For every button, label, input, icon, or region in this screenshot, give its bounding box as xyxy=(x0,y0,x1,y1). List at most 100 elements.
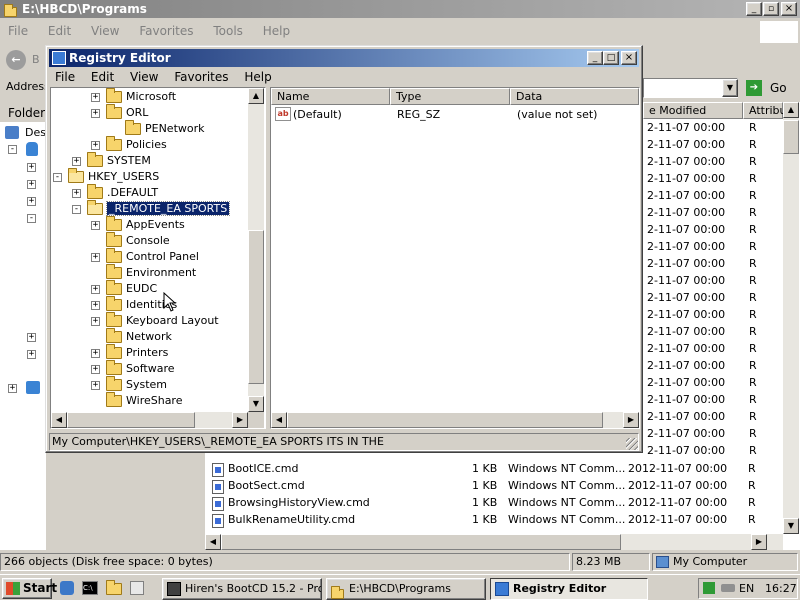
values-scroll-left-button[interactable]: ◀ xyxy=(271,412,287,428)
expand-icon[interactable]: + xyxy=(72,188,81,198)
list-item[interactable]: 2-11-07 00:00 R xyxy=(643,408,783,425)
list-item[interactable]: 2-11-07 00:00 R xyxy=(643,374,783,391)
column-header-type[interactable]: Type xyxy=(390,88,510,105)
start-button[interactable]: Start xyxy=(2,578,57,599)
expand-icon[interactable]: + xyxy=(91,220,100,230)
explorer-restore-button[interactable]: ▫ xyxy=(763,2,779,16)
collapse-icon[interactable]: - xyxy=(53,172,62,182)
registry-key-node[interactable]: WireShare xyxy=(91,392,182,409)
registry-key-node[interactable]: + Microsoft xyxy=(91,88,176,105)
registry-key-node[interactable]: Network xyxy=(91,328,172,345)
tray-app-icon[interactable] xyxy=(703,582,715,594)
expand-icon[interactable]: + xyxy=(91,252,100,262)
registry-key-node[interactable]: + Printers xyxy=(91,344,168,361)
explorer-scroll-up-button[interactable]: ▲ xyxy=(783,102,799,118)
regedit-menu-file[interactable]: File xyxy=(55,70,75,84)
explorer-menu-favorites[interactable]: Favorites xyxy=(139,24,193,38)
explorer-title-bar[interactable]: E:\HBCD\Programs xyxy=(0,0,800,18)
explorer-scroll-thumb[interactable] xyxy=(783,120,799,154)
quicklaunch-desktop-icon[interactable] xyxy=(130,581,144,595)
regedit-close-button[interactable]: × xyxy=(621,51,637,65)
explorer-menu-tools[interactable]: Tools xyxy=(213,24,243,38)
expand-icon[interactable]: + xyxy=(91,284,100,294)
list-item[interactable]: 2-11-07 00:00 R xyxy=(643,204,783,221)
tree-expand-icon[interactable]: + xyxy=(27,197,36,206)
tree-scroll-up-button[interactable]: ▲ xyxy=(248,88,264,104)
quicklaunch-folder-icon[interactable] xyxy=(106,580,122,595)
list-item[interactable]: 2-11-07 00:00 R xyxy=(643,187,783,204)
registry-key-node[interactable]: + AppEvents xyxy=(91,216,185,233)
registry-key-node[interactable]: + Policies xyxy=(91,136,167,153)
quicklaunch-browser-icon[interactable] xyxy=(60,581,74,595)
list-item[interactable]: 2-11-07 00:00 R xyxy=(643,289,783,306)
values-horizontal-scrollbar[interactable]: ◀ ▶ xyxy=(271,412,639,428)
tree-horizontal-scrollbar[interactable]: ◀ ▶ xyxy=(51,412,248,428)
registry-key-node[interactable]: PENetwork xyxy=(110,120,205,137)
file-row[interactable]: BootICE.cmd 1 KB Windows NT Comm... 2012-11… xyxy=(205,460,783,477)
taskbar-item-hirens[interactable]: Hiren's BootCD 15.2 - Pro... xyxy=(162,578,322,600)
collapse-icon[interactable]: - xyxy=(72,204,81,214)
taskbar-item-explorer[interactable]: E:\HBCD\Programs xyxy=(326,578,486,600)
tree-expand-icon[interactable]: + xyxy=(27,333,36,342)
quicklaunch-cmd-icon[interactable]: C:\ xyxy=(82,581,98,595)
file-row[interactable]: BootSect.cmd 1 KB Windows NT Comm... 2012-1… xyxy=(205,477,783,494)
list-item[interactable]: 2-11-07 00:00 R xyxy=(643,255,783,272)
regedit-menu-favorites[interactable]: Favorites xyxy=(174,70,228,84)
regedit-maximize-button[interactable]: □ xyxy=(603,51,619,65)
list-item[interactable]: 2-11-07 00:00 R xyxy=(643,238,783,255)
expand-icon[interactable]: + xyxy=(91,92,100,102)
expand-icon[interactable]: + xyxy=(91,108,100,118)
list-item[interactable]: 2-11-07 00:00 R xyxy=(643,340,783,357)
expand-icon[interactable]: + xyxy=(91,348,100,358)
registry-key-node[interactable]: + Control Panel xyxy=(91,248,199,265)
tray-drive-icon[interactable] xyxy=(721,584,735,592)
registry-values-list[interactable]: Name Type Data ab (Default) REG_SZ (valu… xyxy=(270,87,640,429)
back-button[interactable]: ← B xyxy=(4,46,44,74)
column-header-modified[interactable]: e Modified xyxy=(643,102,743,119)
address-dropdown-button[interactable]: ▼ xyxy=(722,79,738,97)
registry-key-node[interactable]: + EUDC xyxy=(91,280,157,297)
expand-icon[interactable]: + xyxy=(91,364,100,374)
taskbar-item-registry-editor[interactable]: Registry Editor xyxy=(490,578,648,600)
tree-collapse-icon[interactable]: - xyxy=(27,214,36,223)
tree-expand-icon[interactable]: + xyxy=(27,163,36,172)
expand-icon[interactable]: + xyxy=(72,156,81,166)
list-item[interactable]: 2-11-07 00:00 R xyxy=(643,272,783,289)
tree-expand-icon[interactable]: + xyxy=(27,180,36,189)
resize-grip-icon[interactable] xyxy=(626,438,638,450)
tree-expand-icon[interactable]: + xyxy=(8,384,17,393)
file-row[interactable]: BulkRenameUtility.cmd 1 KB Windows NT Comm… xyxy=(205,511,783,528)
list-item[interactable]: 2-11-07 00:00 R xyxy=(643,391,783,408)
list-item[interactable]: 2-11-07 00:00 R xyxy=(643,357,783,374)
list-item[interactable]: 2-11-07 00:00 R xyxy=(643,306,783,323)
list-item[interactable]: 2-11-07 00:00 R xyxy=(643,119,783,136)
values-scroll-right-button[interactable]: ▶ xyxy=(623,412,639,428)
folders-tree[interactable]: Des - + + + - + + + xyxy=(0,122,46,550)
expand-icon[interactable]: + xyxy=(91,316,100,326)
column-header-data[interactable]: Data xyxy=(510,88,639,105)
explorer-scroll-down-button[interactable]: ▼ xyxy=(783,518,799,534)
values-hscroll-thumb[interactable] xyxy=(287,412,603,428)
explorer-menu-file[interactable]: File xyxy=(8,24,28,38)
column-header-attributes[interactable]: Attribut xyxy=(743,102,791,119)
list-item[interactable]: 2-11-07 00:00 R xyxy=(643,442,783,459)
registry-value-row[interactable]: ab (Default) REG_SZ (value not set) xyxy=(271,106,639,123)
tree-hscroll-thumb[interactable] xyxy=(67,412,195,428)
explorer-scroll-left-button[interactable]: ◀ xyxy=(205,534,221,550)
regedit-menu-view[interactable]: View xyxy=(130,70,158,84)
tree-vertical-scrollbar[interactable]: ▲ ▼ xyxy=(248,88,264,412)
language-indicator[interactable]: EN xyxy=(739,582,754,595)
tree-collapse-icon[interactable]: - xyxy=(8,145,17,154)
clock[interactable]: 16:27 xyxy=(765,582,797,595)
explorer-close-button[interactable]: × xyxy=(781,2,797,16)
explorer-horizontal-scrollbar[interactable]: ◀ ▶ xyxy=(205,534,783,550)
list-item[interactable]: 2-11-07 00:00 R xyxy=(643,221,783,238)
registry-key-node[interactable]: Environment xyxy=(91,264,196,281)
go-button[interactable]: ➔ Go xyxy=(746,79,796,97)
explorer-vertical-scrollbar[interactable] xyxy=(783,118,799,534)
explorer-scroll-right-button[interactable]: ▶ xyxy=(751,534,767,550)
file-row[interactable]: BrowsingHistoryView.cmd 1 KB Windows NT Co… xyxy=(205,494,783,511)
registry-key-node[interactable]: + .DEFAULT xyxy=(72,184,158,201)
tree-scroll-right-button[interactable]: ▶ xyxy=(232,412,248,428)
explorer-menu-help[interactable]: Help xyxy=(263,24,290,38)
